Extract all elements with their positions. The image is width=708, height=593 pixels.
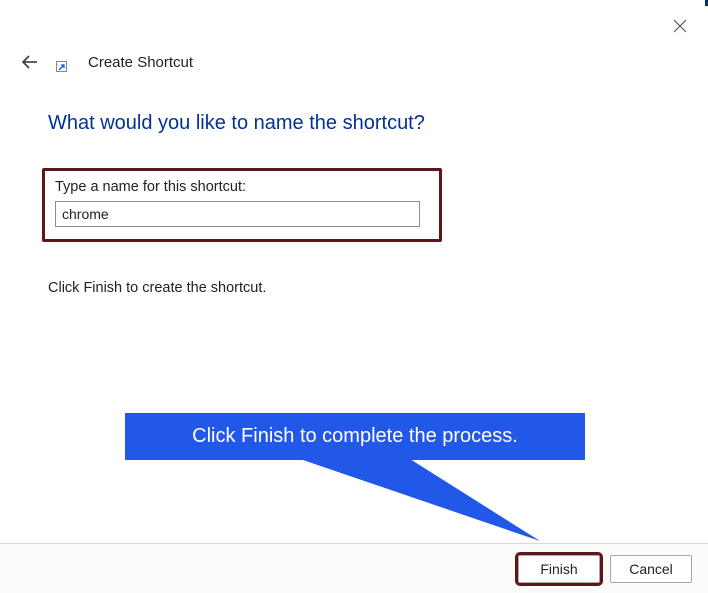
cancel-button[interactable]: Cancel xyxy=(610,555,692,583)
shortcut-icon xyxy=(56,56,72,72)
wizard-question: What would you like to name the shortcut… xyxy=(48,112,425,135)
wizard-instruction: Click Finish to create the shortcut. xyxy=(48,280,266,296)
create-shortcut-wizard: Create Shortcut What would you like to n… xyxy=(0,0,708,593)
close-button[interactable] xyxy=(666,12,694,40)
name-field-label: Type a name for this shortcut: xyxy=(55,179,429,195)
name-field-highlight: Type a name for this shortcut: xyxy=(42,168,442,242)
shortcut-name-input[interactable] xyxy=(55,201,420,227)
finish-button[interactable]: Finish xyxy=(518,555,600,583)
wizard-button-bar: Finish Cancel xyxy=(0,543,708,593)
annotation-callout: Click Finish to complete the process. xyxy=(125,413,585,460)
close-icon xyxy=(673,19,687,33)
annotation-text: Click Finish to complete the process. xyxy=(192,425,518,448)
wizard-title: Create Shortcut xyxy=(88,54,193,71)
wizard-header: Create Shortcut xyxy=(18,50,193,74)
back-button[interactable] xyxy=(18,50,42,74)
back-arrow-icon xyxy=(21,53,39,71)
